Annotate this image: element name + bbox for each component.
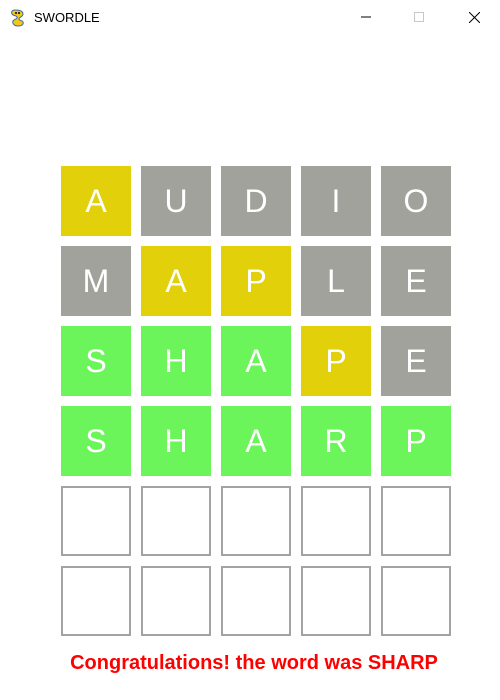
tile-r6-c1-empty xyxy=(61,566,131,636)
tile-r2-c5-absent: E xyxy=(381,246,451,316)
tile-r4-c1-correct: S xyxy=(61,406,131,476)
tile-r5-c4-empty xyxy=(301,486,371,556)
tile-r3-c5-absent: E xyxy=(381,326,451,396)
tile-r3-c1-correct: S xyxy=(61,326,131,396)
tile-r4-c2-correct: H xyxy=(141,406,211,476)
tile-r2-c3-present: P xyxy=(221,246,291,316)
tile-r6-c5-empty xyxy=(381,566,451,636)
tile-r1-c4-absent: I xyxy=(301,166,371,236)
tile-r3-c4-present: P xyxy=(301,326,371,396)
tile-r1-c2-absent: U xyxy=(141,166,211,236)
tile-r4-c4-correct: R xyxy=(301,406,371,476)
tile-r4-c5-correct: P xyxy=(381,406,451,476)
tile-r5-c2-empty xyxy=(141,486,211,556)
result-message: Congratulations! the word was SHARP xyxy=(70,652,438,674)
tile-r6-c3-empty xyxy=(221,566,291,636)
game-window: SWORDLE AUDIOMAPLESHAPESHARP Congratulat… xyxy=(0,0,500,700)
tile-r2-c1-absent: M xyxy=(61,246,131,316)
tile-r5-c1-empty xyxy=(61,486,131,556)
tile-r6-c2-empty xyxy=(141,566,211,636)
tile-r1-c5-absent: O xyxy=(381,166,451,236)
letter-grid: AUDIOMAPLESHAPESHARP xyxy=(0,0,500,700)
tile-r2-c4-absent: L xyxy=(301,246,371,316)
tile-r4-c3-correct: A xyxy=(221,406,291,476)
tile-r5-c5-empty xyxy=(381,486,451,556)
tile-r1-c3-absent: D xyxy=(221,166,291,236)
tile-r5-c3-empty xyxy=(221,486,291,556)
tile-r3-c2-correct: H xyxy=(141,326,211,396)
tile-r1-c1-present: A xyxy=(61,166,131,236)
tile-r6-c4-empty xyxy=(301,566,371,636)
tile-r2-c2-present: A xyxy=(141,246,211,316)
tile-r3-c3-correct: A xyxy=(221,326,291,396)
